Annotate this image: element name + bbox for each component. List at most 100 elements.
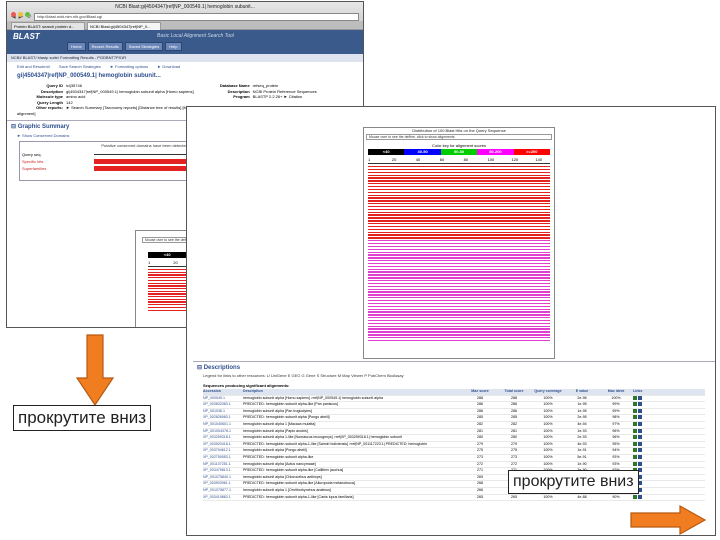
table-cell[interactable]: 273 xyxy=(463,455,497,461)
descriptions-heading[interactable]: ⊟ Descriptions xyxy=(193,361,715,373)
hit-bar[interactable] xyxy=(368,285,550,288)
resource-links[interactable] xyxy=(633,441,651,448)
hit-bar[interactable] xyxy=(368,288,550,290)
hit-bar[interactable] xyxy=(368,277,550,279)
hit-bar[interactable] xyxy=(368,231,550,233)
accession-link[interactable]: XP_003903961.1 xyxy=(203,481,243,487)
table-cell[interactable]: 269 xyxy=(463,475,497,481)
column-header[interactable]: Total score xyxy=(497,389,531,395)
hit-bar[interactable] xyxy=(368,242,550,245)
resource-link-icon[interactable] xyxy=(638,435,642,440)
hit-bar[interactable] xyxy=(368,240,550,242)
save-strategies-link[interactable]: Save Search Strategies xyxy=(59,64,101,69)
column-header[interactable]: Max score xyxy=(463,389,497,395)
nav-home[interactable]: Home xyxy=(67,42,86,51)
hit-bar[interactable] xyxy=(368,194,550,196)
resource-link-icon[interactable] xyxy=(633,448,637,453)
hit-bar[interactable] xyxy=(368,308,550,310)
table-cell[interactable]: 272 xyxy=(463,462,497,468)
nav-recent-results[interactable]: Recent Results xyxy=(87,42,123,51)
accession-link[interactable]: NP_001036.1 xyxy=(203,409,243,415)
hit-bar[interactable] xyxy=(368,203,550,205)
resource-links[interactable] xyxy=(633,402,651,408)
resource-links[interactable] xyxy=(633,415,651,421)
table-cell[interactable]: 271 xyxy=(463,468,497,474)
hit-bar[interactable] xyxy=(368,322,550,325)
resource-link-icon[interactable] xyxy=(633,461,637,466)
accession-link[interactable]: XP_003920418.1 xyxy=(203,442,243,448)
hit-bar[interactable] xyxy=(368,200,550,202)
accession-link[interactable]: NP_001040601.1 xyxy=(203,422,243,428)
resource-link-icon[interactable] xyxy=(638,454,642,459)
hit-bar[interactable] xyxy=(368,220,550,222)
hit-bar[interactable] xyxy=(368,291,550,293)
browser-tab-active[interactable]: NCBI Blast:gi|4504347|ref|NP_0... xyxy=(87,22,161,30)
accession-link[interactable]: XP_003794612.1 xyxy=(203,448,243,454)
hit-bar[interactable] xyxy=(368,282,550,285)
hit-bar[interactable] xyxy=(368,177,550,179)
hit-bar[interactable] xyxy=(368,339,550,342)
hit-bar[interactable] xyxy=(368,225,550,228)
hit-bar[interactable] xyxy=(368,325,550,327)
table-cell[interactable]: 265 xyxy=(463,495,497,501)
accession-link[interactable]: NP_000549.1 xyxy=(203,396,243,402)
hit-bar[interactable] xyxy=(368,174,550,176)
accession-link[interactable]: NP_001107251.1 xyxy=(203,462,243,468)
resource-link-icon[interactable] xyxy=(633,494,637,499)
resource-link-icon[interactable] xyxy=(638,461,642,466)
hit-bar[interactable] xyxy=(368,234,550,236)
resource-link-icon[interactable] xyxy=(638,422,642,427)
hit-bar[interactable] xyxy=(368,260,550,262)
resource-link-icon[interactable] xyxy=(638,474,642,479)
resource-link-icon[interactable] xyxy=(638,481,642,486)
table-cell[interactable]: 286 xyxy=(463,409,497,415)
accession-link[interactable]: XP_003259318.1 xyxy=(203,435,243,441)
hit-bar[interactable] xyxy=(368,280,550,282)
hit-bar[interactable] xyxy=(368,254,550,256)
resource-link-icon[interactable] xyxy=(638,415,642,420)
hit-bar[interactable] xyxy=(368,183,550,185)
accession-link[interactable]: XP_002826983.1 xyxy=(203,415,243,421)
resource-link-icon[interactable] xyxy=(638,395,642,400)
hit-bar[interactable] xyxy=(368,171,550,174)
table-cell[interactable]: 288 xyxy=(463,396,497,402)
hit-bar[interactable] xyxy=(368,297,550,299)
column-header[interactable]: Max ident xyxy=(599,389,633,395)
hit-bar[interactable] xyxy=(368,208,550,211)
resource-links[interactable] xyxy=(633,448,651,454)
column-header[interactable]: Accession xyxy=(203,389,243,395)
table-cell[interactable]: 280 xyxy=(463,435,497,441)
hit-bar[interactable] xyxy=(368,265,550,268)
resource-links[interactable] xyxy=(633,422,651,428)
accession-link[interactable]: NP_001075840.1 xyxy=(203,475,243,481)
resource-link-icon[interactable] xyxy=(638,441,642,446)
hit-bar[interactable] xyxy=(368,294,550,296)
column-header[interactable]: E value xyxy=(565,389,599,395)
minimize-icon[interactable] xyxy=(18,12,23,17)
hit-bar[interactable] xyxy=(368,197,550,199)
resource-links[interactable] xyxy=(633,435,651,441)
hit-bar[interactable] xyxy=(368,191,550,194)
column-header[interactable]: Links xyxy=(633,389,651,395)
resource-link-icon[interactable] xyxy=(633,428,637,433)
close-icon[interactable] xyxy=(11,12,16,17)
accession-link[interactable]: XP_003419863.1 xyxy=(203,495,243,501)
resource-link-icon[interactable] xyxy=(633,422,637,427)
table-cell[interactable]: 279 xyxy=(463,442,497,448)
resource-links[interactable] xyxy=(633,395,651,402)
hit-bar[interactable] xyxy=(368,168,550,171)
nav-saved-strategies[interactable]: Saved Strategies xyxy=(124,42,164,51)
hit-bar[interactable] xyxy=(368,185,550,188)
resource-link-icon[interactable] xyxy=(633,415,637,420)
resource-link-icon[interactable] xyxy=(638,402,642,407)
window-controls[interactable] xyxy=(11,4,32,22)
hit-bars-2[interactable] xyxy=(368,166,550,344)
blast-logo[interactable]: BLAST xyxy=(13,32,40,41)
column-header[interactable]: Query coverage xyxy=(531,389,565,395)
resource-link-icon[interactable] xyxy=(633,395,637,400)
hit-bar[interactable] xyxy=(368,262,550,265)
resource-links[interactable] xyxy=(633,461,651,468)
nav-help[interactable]: Help xyxy=(165,42,182,51)
table-cell[interactable]: 275 xyxy=(463,448,497,454)
accession-link[interactable]: XP_003479813.1 xyxy=(203,468,243,474)
